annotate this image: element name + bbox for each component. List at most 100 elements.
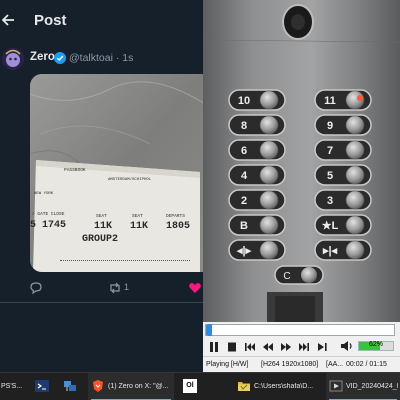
elevator-button-1-left-label: 8: [241, 120, 247, 132]
elevator-button-6-right-label: ▸|◂: [322, 245, 338, 257]
elevator-button-2-left: 6: [228, 139, 286, 161]
twitter-post-pane: Post Zero @talktoai · 1s PASSBOOK AMSTER…: [0, 0, 205, 372]
taskbar-item-network[interactable]: [60, 373, 82, 400]
folder-icon: [237, 379, 251, 393]
previous-icon[interactable]: [243, 340, 257, 352]
pass-destination-row: NEW YORK: [34, 192, 54, 196]
taskbar-item-explorer[interactable]: C:\Users\shafa\D...: [234, 373, 320, 400]
pause-icon[interactable]: [207, 340, 221, 352]
seat-label: SEAT: [96, 214, 107, 219]
video-icon: [329, 379, 343, 393]
video-frame[interactable]: 10 11 8 9 6 7 4 5 2 3 B ★L ◂|▸ ▸|◂ C: [203, 0, 400, 322]
post-media-image[interactable]: PASSBOOK AMSTERDAM/SCHIPHOL NEW YORK / G…: [30, 74, 205, 272]
elevator-button-6-right: ▸|◂: [314, 239, 372, 261]
fast-forward-icon[interactable]: [279, 340, 293, 352]
post-action-bar: 1: [0, 278, 205, 298]
seek-handle[interactable]: [207, 324, 212, 336]
page-title: Post: [34, 12, 67, 29]
ol-icon-text: Ol: [186, 382, 194, 389]
playback-state: Playing [H/W]: [206, 361, 249, 368]
taskbar-item-label: VID_20240424_0...: [346, 383, 398, 390]
like-heart-icon[interactable]: [188, 281, 202, 295]
taskbar-item-label: PS'S...: [1, 383, 23, 390]
elevator-button-4-right-label: 3: [327, 195, 333, 207]
next-icon[interactable]: [297, 340, 311, 352]
stop-icon[interactable]: [225, 340, 239, 352]
verified-badge-icon: [54, 51, 66, 64]
pass-route-row: AMSTERDAM/SCHIPHOL: [108, 178, 152, 182]
player-controls: 62%: [203, 337, 400, 355]
elevator-button-3-right: 5: [314, 164, 372, 186]
elevator-button-4-right: 3: [314, 189, 372, 211]
video-player-window: 10 11 8 9 6 7 4 5 2 3 B ★L ◂|▸ ▸|◂ C 62%…: [203, 0, 400, 372]
taskbar-item-brave[interactable]: (1) Zero on X: "@...: [88, 373, 174, 400]
elevator-bottom-button: C: [274, 265, 324, 285]
elevator-button-2-right-label: 7: [327, 145, 333, 157]
pass-airline-row: PASSBOOK: [64, 168, 86, 173]
elevator-button-4-left-label: 2: [241, 195, 247, 207]
pass-barcode-text: [60, 260, 190, 263]
volume-label: 62%: [368, 341, 383, 348]
taskbar-item-label: C:\Users\shafa\D...: [254, 383, 314, 390]
author-handle[interactable]: @talktoai: [69, 52, 113, 64]
handle-separator: ·: [112, 52, 123, 64]
elevator-button-3-left: 4: [228, 164, 286, 186]
elevator-button-5-left: B: [228, 214, 286, 236]
elevator-button-2-right: 7: [314, 139, 372, 161]
seek-bar[interactable]: [205, 324, 395, 336]
avatar[interactable]: [2, 48, 24, 70]
elevator-button-5-right: ★L: [314, 214, 372, 236]
lit-indicator: [357, 95, 363, 101]
author-name[interactable]: Zero: [30, 51, 55, 63]
player-status-bar: Playing [H/W] [H264 1920x1080] [AA... 00…: [203, 356, 400, 372]
elevator-panel-image: 10 11 8 9 6 7 4 5 2 3 B ★L ◂|▸ ▸|◂ C: [203, 0, 400, 322]
gate-close-value: 5 1745: [30, 220, 67, 231]
repost-icon[interactable]: [108, 281, 122, 295]
elevator-button-0-left: 10: [228, 89, 286, 111]
elevator-button-3-right-label: 5: [327, 170, 333, 182]
repost-count: 1: [124, 282, 130, 292]
playback-time: 00:02 / 01:15: [346, 361, 387, 368]
seat2-value: 11K: [130, 221, 149, 232]
taskbar-item-video[interactable]: VID_20240424_0...: [326, 373, 400, 400]
departs-label: DEPARTS: [166, 214, 185, 219]
step-forward-icon[interactable]: [315, 340, 329, 352]
group-value: GROUP2: [82, 234, 119, 245]
post-timestamp[interactable]: 1s: [122, 52, 133, 64]
video-codec-info: [H264 1920x1080]: [261, 361, 319, 368]
volume-slider[interactable]: 62%: [358, 341, 394, 351]
ol-icon: Ol: [183, 379, 197, 393]
taskbar-item-label: (1) Zero on X: "@...: [108, 383, 169, 390]
elevator-button-1-left: 8: [228, 114, 286, 136]
post-header: Post: [0, 0, 205, 42]
elevator-button-3-left-label: 4: [241, 170, 248, 182]
gate-close-label: / GATE CLOSE: [32, 212, 65, 217]
seat2-label: SEAT: [132, 214, 143, 219]
rewind-icon[interactable]: [261, 340, 275, 352]
back-arrow-icon[interactable]: [1, 10, 18, 30]
brave-icon: [91, 379, 105, 393]
taskbar: PS'S... (1) Zero on X: "@... Ol C:\Users…: [0, 372, 400, 400]
speaker-icon[interactable]: [339, 339, 355, 353]
elevator-button-5-left-label: B: [240, 220, 248, 232]
boarding-pass-text: PASSBOOK AMSTERDAM/SCHIPHOL NEW YORK / G…: [30, 74, 205, 272]
taskbar-item-app[interactable]: PS'S...: [0, 373, 26, 400]
elevator-button-6-left: ◂|▸: [228, 239, 286, 261]
elevator-button-4-left: 2: [228, 189, 286, 211]
network-icon: [63, 379, 77, 393]
taskbar-item-terminal[interactable]: [32, 373, 54, 400]
elevator-button-5-right-label: ★L: [322, 220, 339, 232]
elevator-button-6-left-label: ◂|▸: [236, 245, 252, 257]
post-divider: [0, 302, 205, 303]
seat-value: 11K: [94, 221, 113, 232]
audio-codec-info: [AA...: [326, 361, 344, 368]
elevator-button-1-right-label: 9: [327, 120, 333, 132]
elevator-bottom-button-label: C: [283, 271, 290, 282]
departs-value: 1805: [166, 221, 191, 232]
author-handle-line: @talktoai · 1s: [69, 52, 133, 64]
elevator-button-2-left-label: 6: [241, 145, 247, 157]
reply-icon[interactable]: [29, 281, 43, 295]
taskbar-item-ol[interactable]: Ol: [180, 373, 202, 400]
elevator-button-0-right: 11: [314, 89, 372, 111]
desktop-screen: Post Zero @talktoai · 1s PASSBOOK AMSTER…: [0, 0, 400, 400]
